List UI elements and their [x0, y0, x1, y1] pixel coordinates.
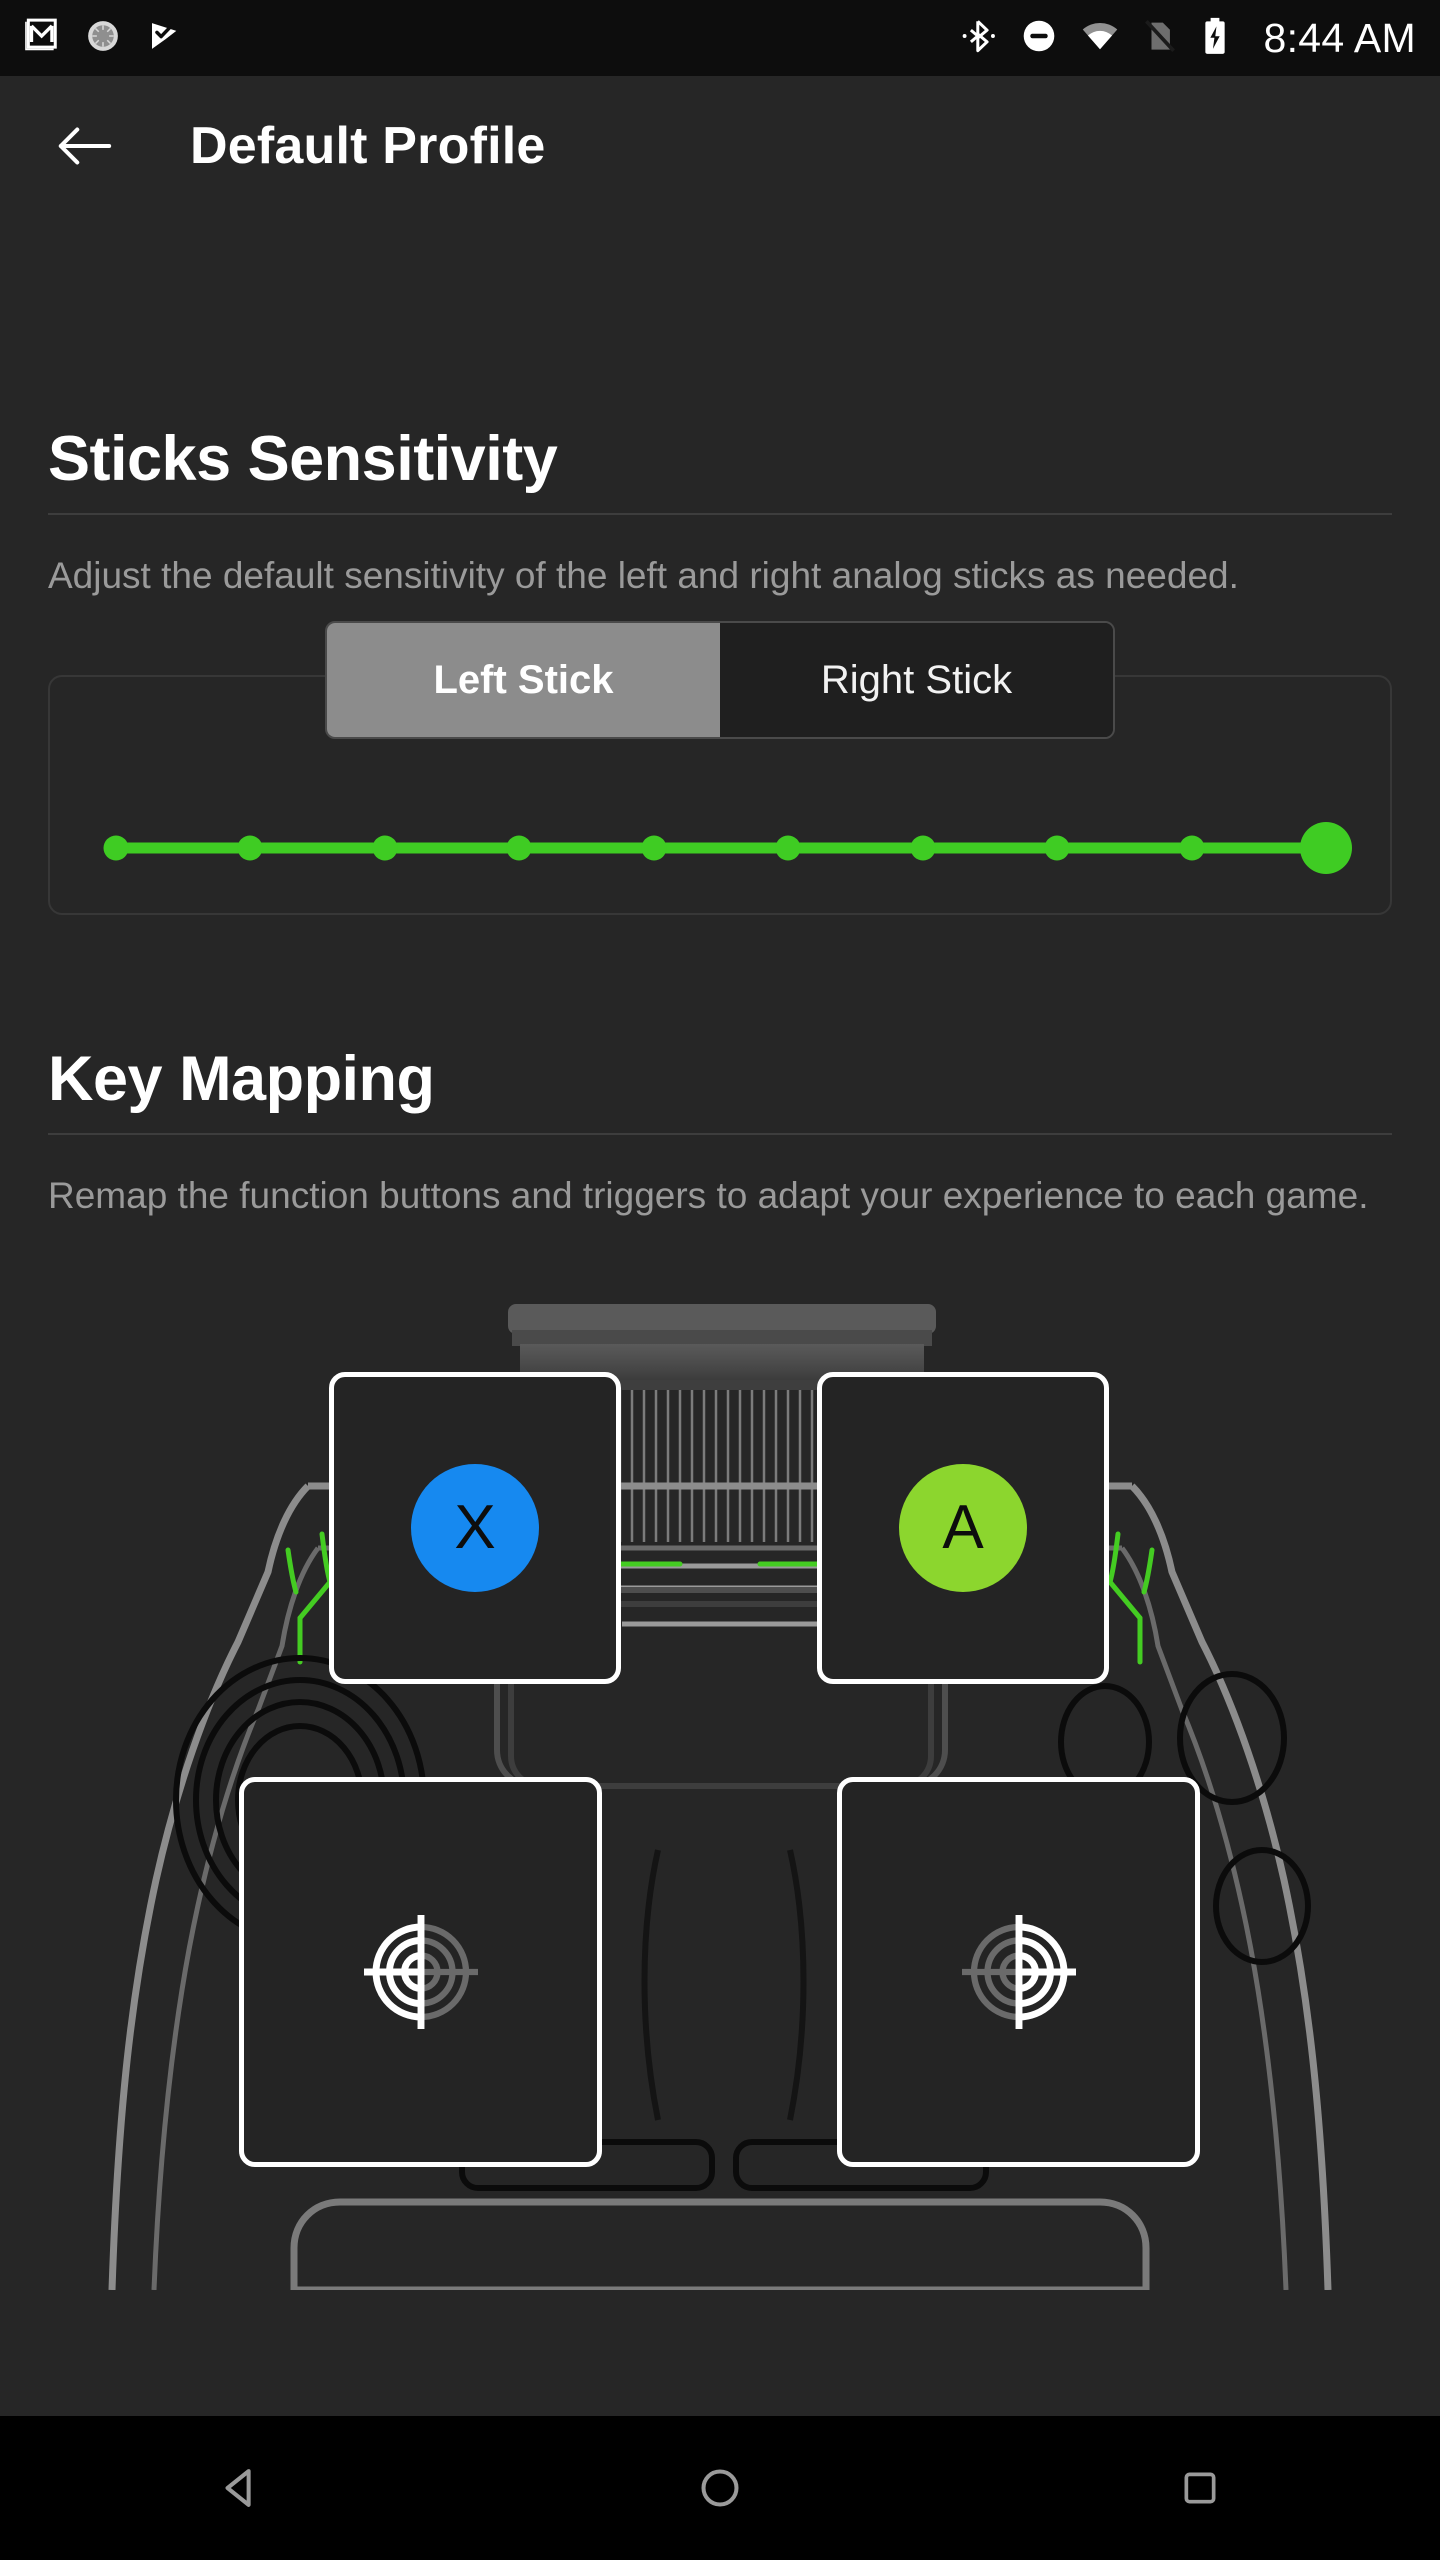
status-bar-system-icons: 8:44 AM	[961, 15, 1416, 62]
sticks-sensitivity-card: Left Stick Right Stick	[48, 621, 1392, 916]
keymap-card-right-trigger[interactable]	[837, 1776, 1200, 2167]
back-button[interactable]	[52, 114, 116, 178]
sensitivity-slider[interactable]	[103, 822, 1352, 875]
key-mapping-heading-divider	[48, 1133, 1392, 1136]
tab-left-stick-label: Left Stick	[433, 657, 614, 702]
status-bar: 8:44 AM	[0, 0, 1440, 76]
tab-right-stick-label: Right Stick	[820, 657, 1013, 702]
sensitivity-slider-wrapper	[50, 783, 1390, 913]
gmail-icon	[22, 17, 60, 60]
android-navigation-bar	[0, 2416, 1440, 2560]
app-bar: Default Profile	[0, 76, 1440, 216]
keymap-card-x-button[interactable]: X	[329, 1371, 621, 1684]
slider-tick-dot[interactable]	[237, 835, 263, 861]
sticks-sensitivity-section: Sticks Sensitivity Adjust the default se…	[0, 216, 1440, 916]
phone-screen: 8:44 AM Default Profile Sticks Sensitivi…	[0, 0, 1440, 2560]
slider-tick-dot[interactable]	[1179, 835, 1205, 861]
do-not-disturb-icon	[1021, 18, 1057, 59]
sync-progress-icon	[86, 19, 120, 58]
wifi-icon	[1081, 17, 1119, 60]
back-nav-button[interactable]	[160, 2416, 320, 2560]
xbox-x-button-icon: X	[411, 1463, 539, 1592]
key-mapping-section: Key Mapping Remap the function buttons a…	[0, 915, 1440, 2290]
slider-tick-dot[interactable]	[103, 835, 129, 861]
recents-nav-button[interactable]	[1120, 2416, 1280, 2560]
left-crosshair-icon	[363, 1914, 478, 2029]
arrow-left-icon	[58, 127, 112, 165]
slider-tick-dot[interactable]	[1044, 835, 1070, 861]
status-bar-clock: 8:44 AM	[1263, 14, 1416, 61]
sticks-sensitivity-heading: Sticks Sensitivity	[48, 424, 558, 494]
slider-tick-dot[interactable]	[506, 835, 532, 861]
controller-diagram: X A	[0, 1290, 1440, 2290]
key-mapping-description: Remap the function buttons and triggers …	[48, 1175, 1369, 1217]
stick-selector-tabs: Left Stick Right Stick	[325, 621, 1115, 740]
slider-tick-dot[interactable]	[775, 835, 801, 861]
slider-thumb[interactable]	[1300, 822, 1352, 875]
task-check-icon	[146, 18, 182, 59]
a-button-label: A	[942, 1493, 984, 1563]
keymap-card-left-trigger[interactable]	[239, 1776, 602, 2167]
gamepad-illustration	[108, 1303, 1332, 2290]
xbox-a-button-icon: A	[899, 1463, 1027, 1592]
status-bar-notification-icons	[22, 17, 182, 60]
home-nav-button[interactable]	[640, 2416, 800, 2560]
triangle-left-icon	[225, 2469, 251, 2507]
keymap-card-a-button[interactable]: A	[817, 1371, 1109, 1684]
tab-right-stick[interactable]: Right Stick	[720, 623, 1113, 738]
circle-icon	[701, 2469, 739, 2507]
sticks-heading-divider	[48, 513, 1392, 515]
tab-left-stick[interactable]: Left Stick	[327, 623, 720, 738]
sticks-sensitivity-description: Adjust the default sensitivity of the le…	[48, 555, 1239, 596]
slider-tick-dot[interactable]	[641, 835, 667, 861]
slider-tick-dot[interactable]	[910, 835, 936, 861]
page-title: Default Profile	[190, 117, 546, 175]
bluetooth-icon	[961, 18, 997, 59]
square-icon	[1184, 2472, 1216, 2504]
no-sim-icon	[1143, 19, 1177, 58]
right-crosshair-icon	[961, 1914, 1076, 2029]
key-mapping-heading: Key Mapping	[48, 1044, 435, 1115]
content-scroll-area[interactable]: Sticks Sensitivity Adjust the default se…	[0, 216, 1440, 2416]
slider-tick-dot[interactable]	[372, 835, 398, 861]
battery-charging-icon	[1201, 17, 1229, 60]
slider-track	[116, 842, 1326, 854]
x-button-label: X	[454, 1493, 496, 1563]
